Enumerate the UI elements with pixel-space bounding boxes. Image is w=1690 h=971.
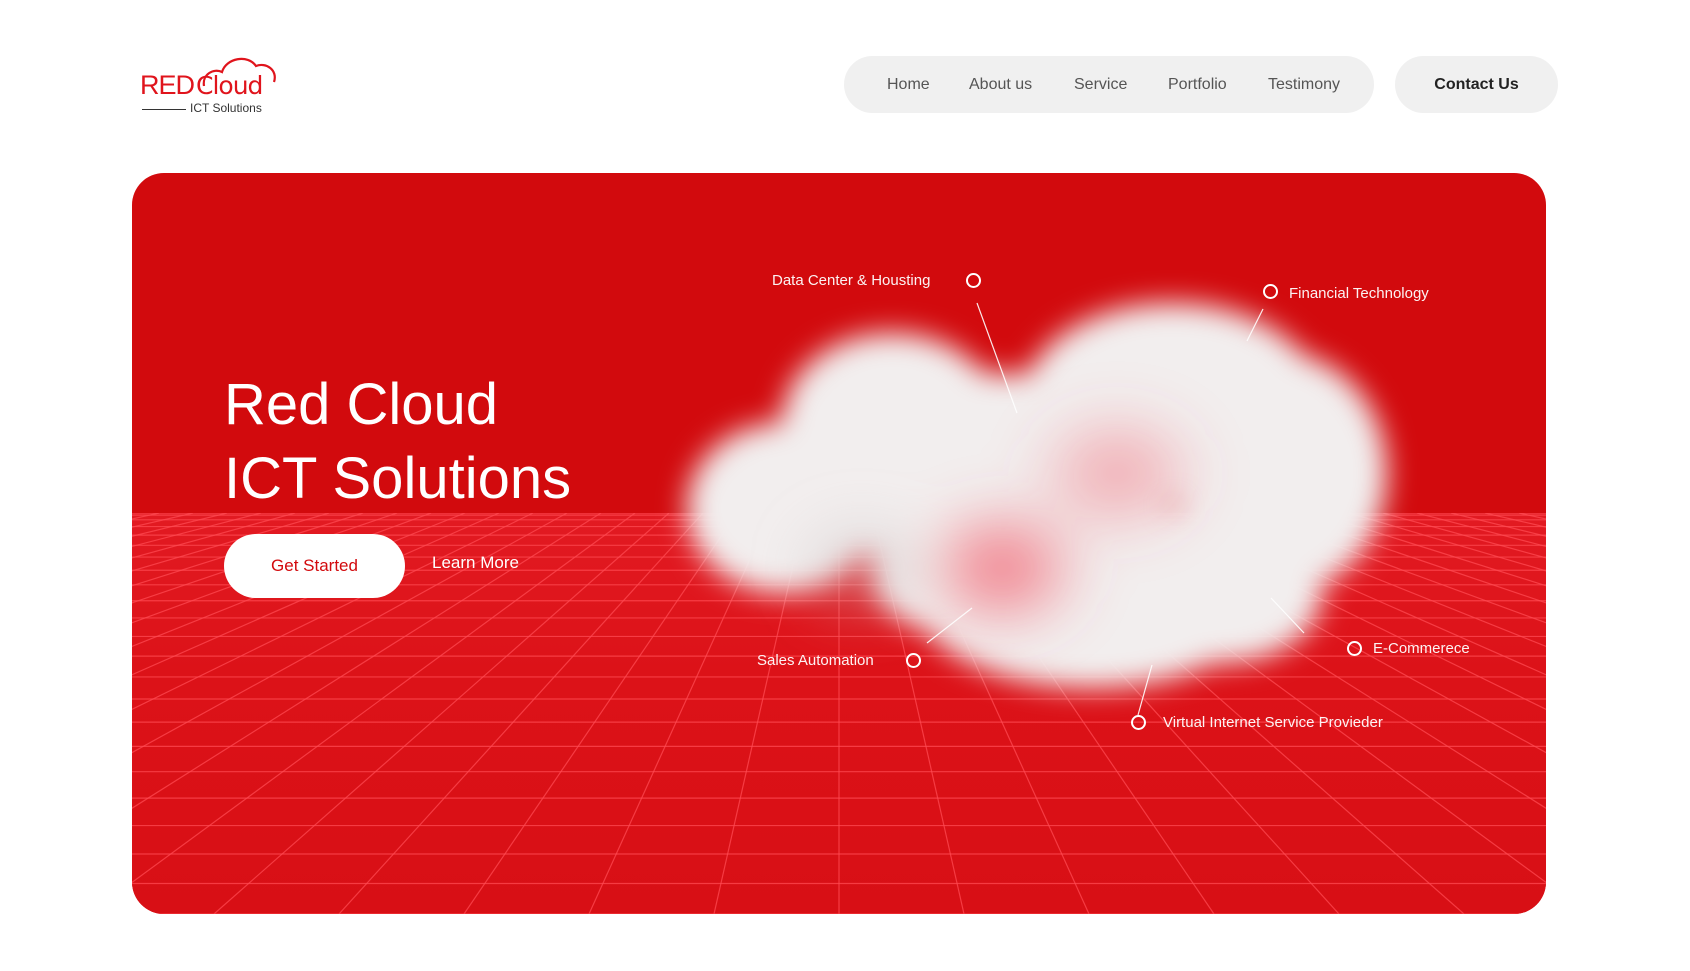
nav-testimony[interactable]: Testimony xyxy=(1268,56,1340,113)
logo-divider xyxy=(142,109,186,110)
hero-title-line-1: Red Cloud xyxy=(224,372,499,437)
hero-title: Red Cloud ICT Solutions xyxy=(224,368,744,516)
service-label-ecommerce: E-Commerece xyxy=(1373,640,1470,657)
nav-about[interactable]: About us xyxy=(969,56,1032,113)
get-started-button[interactable]: Get Started xyxy=(224,534,405,598)
main-nav: Home About us Service Portfolio Testimon… xyxy=(844,56,1374,113)
hero-title-line-2: ICT Solutions xyxy=(224,446,572,511)
circle-marker-icon[interactable] xyxy=(1131,715,1146,730)
learn-more-link[interactable]: Learn More xyxy=(432,553,519,573)
service-label-data-center: Data Center & Housting xyxy=(772,272,931,289)
service-label-fintech: Financial Technology xyxy=(1289,285,1429,302)
logo-subtitle: ICT Solutions xyxy=(190,101,262,115)
circle-marker-icon[interactable] xyxy=(906,653,921,668)
circle-marker-icon[interactable] xyxy=(1263,284,1278,299)
service-label-visp: Virtual Internet Service Provieder xyxy=(1163,714,1383,731)
hero-banner: Data Center & Housting Financial Technol… xyxy=(132,173,1546,914)
circle-marker-icon[interactable] xyxy=(966,273,981,288)
nav-home[interactable]: Home xyxy=(887,56,930,113)
nav-service[interactable]: Service xyxy=(1074,56,1127,113)
circle-marker-icon[interactable] xyxy=(1347,641,1362,656)
contact-us-button[interactable]: Contact Us xyxy=(1395,56,1558,113)
service-label-sales-automation: Sales Automation xyxy=(757,652,874,669)
logo-wordmark: REDCloud xyxy=(140,70,263,100)
brand-logo[interactable]: REDCloud ICT Solutions xyxy=(140,52,280,118)
nav-portfolio[interactable]: Portfolio xyxy=(1168,56,1227,113)
